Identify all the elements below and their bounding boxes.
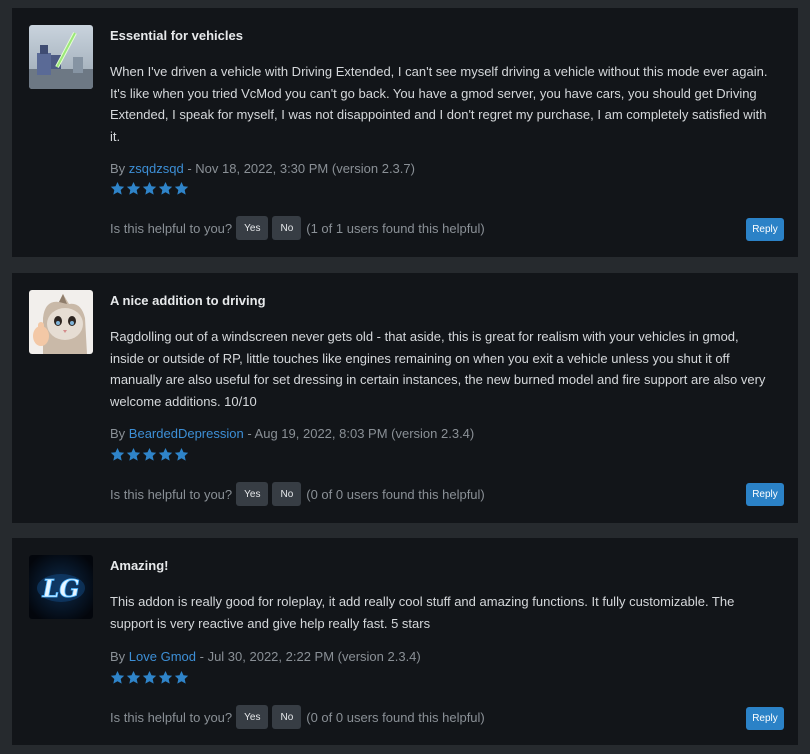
reply-button[interactable]: Reply — [746, 707, 784, 730]
review-title: A nice addition to driving — [110, 293, 266, 308]
helpful-question: Is this helpful to you? — [110, 709, 233, 725]
star-icon — [174, 447, 189, 461]
avatar-image — [29, 290, 93, 354]
star-icon — [158, 670, 173, 684]
avatar[interactable]: LG — [29, 555, 93, 619]
author-link[interactable]: BeardedDepression — [129, 426, 244, 441]
star-icon — [126, 181, 141, 195]
avatar[interactable] — [29, 25, 93, 89]
review-body: This addon is really good for roleplay, … — [110, 594, 735, 631]
avatar-image: LG — [29, 555, 93, 619]
by-label: By — [110, 649, 126, 664]
helpful-question: Is this helpful to you? — [110, 486, 233, 502]
by-label: By — [110, 161, 126, 176]
star-icon — [110, 181, 125, 195]
star-icon — [174, 181, 189, 195]
review-byline: By zsqdzsqd - Nov 18, 2022, 3:30 PM (ver… — [110, 161, 415, 176]
author-link[interactable]: Love Gmod — [129, 649, 196, 664]
helpful-count: (1 of 1 users found this helpful) — [306, 220, 485, 236]
helpful-count: (0 of 0 users found this helpful) — [306, 709, 485, 725]
no-button[interactable]: No — [272, 705, 302, 729]
avatar-image — [29, 25, 93, 89]
reviews-list: Essential for vehicles When I've driven … — [0, 0, 810, 754]
star-icon — [142, 181, 157, 195]
yes-button[interactable]: Yes — [236, 482, 269, 506]
star-icon — [158, 447, 173, 461]
helpful-row: Is this helpful to you? Yes No (1 of 1 u… — [110, 216, 485, 240]
star-icon — [110, 447, 125, 461]
review-byline: By BeardedDepression - Aug 19, 2022, 8:0… — [110, 426, 474, 441]
helpful-question: Is this helpful to you? — [110, 220, 233, 236]
helpful-row: Is this helpful to you? Yes No (0 of 0 u… — [110, 482, 485, 506]
star-icon — [174, 670, 189, 684]
reply-button[interactable]: Reply — [746, 218, 784, 241]
helpful-row: Is this helpful to you? Yes No (0 of 0 u… — [110, 705, 485, 729]
review-card: LG Amazing! This addon is really good fo… — [12, 538, 798, 745]
star-icon — [142, 447, 157, 461]
rating-stars — [110, 181, 189, 196]
logo-lg: LG — [41, 574, 79, 603]
review-byline: By Love Gmod - Jul 30, 2022, 2:22 PM (ve… — [110, 649, 421, 664]
by-label: By — [110, 426, 126, 441]
reply-button[interactable]: Reply — [746, 483, 784, 506]
star-icon — [126, 670, 141, 684]
rating-stars — [110, 447, 189, 462]
star-icon — [142, 670, 157, 684]
review-title: Amazing! — [110, 558, 169, 573]
star-icon — [110, 670, 125, 684]
no-button[interactable]: No — [272, 216, 302, 240]
yes-button[interactable]: Yes — [236, 216, 269, 240]
star-icon — [158, 181, 173, 195]
yes-button[interactable]: Yes — [236, 705, 269, 729]
no-button[interactable]: No — [272, 482, 302, 506]
review-body: Ragdolling out of a windscreen never get… — [110, 329, 766, 409]
review-title: Essential for vehicles — [110, 28, 243, 43]
review-card: A nice addition to driving Ragdolling ou… — [12, 273, 798, 523]
review-card: Essential for vehicles When I've driven … — [12, 8, 798, 257]
rating-stars — [110, 670, 189, 685]
helpful-count: (0 of 0 users found this helpful) — [306, 486, 485, 502]
avatar[interactable] — [29, 290, 93, 354]
author-link[interactable]: zsqdzsqd — [129, 161, 184, 176]
star-icon — [126, 447, 141, 461]
review-meta: - Nov 18, 2022, 3:30 PM (version 2.3.7) — [187, 161, 415, 176]
review-meta: - Jul 30, 2022, 2:22 PM (version 2.3.4) — [199, 649, 421, 664]
review-meta: - Aug 19, 2022, 8:03 PM (version 2.3.4) — [247, 426, 475, 441]
review-body: When I've driven a vehicle with Driving … — [110, 64, 768, 144]
